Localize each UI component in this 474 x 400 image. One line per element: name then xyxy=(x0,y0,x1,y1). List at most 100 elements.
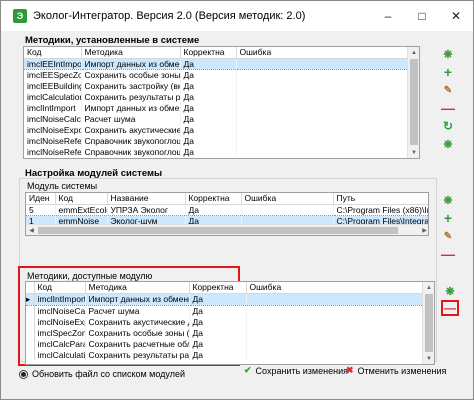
table-cell[interactable]: Сохранить застройку (вкл. xyxy=(81,80,181,91)
row-header[interactable] xyxy=(26,327,35,338)
column-header-correct[interactable]: Корректна xyxy=(189,282,247,294)
table-cell[interactable] xyxy=(236,135,410,146)
table-cell[interactable]: imclEESpecZon xyxy=(24,69,82,80)
table-cell[interactable] xyxy=(246,327,423,338)
installed-method-row[interactable]: imclCalculationСохранить результаты расч… xyxy=(24,91,410,102)
installed-method-row[interactable]: imclNoiseRefeСправочник звукопоглощаюДа xyxy=(24,135,410,146)
table-cell[interactable]: Сохранить особые зоны (вс xyxy=(85,327,190,338)
available-method-row[interactable]: ▸ imclIntImport Импорт данных из обменно Да xyxy=(26,292,423,306)
table-cell[interactable]: imclEEIntImpo xyxy=(24,57,82,70)
table-cell[interactable]: Сохранить акустические дан xyxy=(85,316,190,327)
column-header-code[interactable]: Код xyxy=(34,282,86,294)
table-cell[interactable]: Сохранить акустические ис xyxy=(81,124,181,135)
row-header[interactable] xyxy=(26,338,35,349)
table-cell[interactable]: imclCalculation xyxy=(24,91,82,102)
add-module-icon[interactable]: + xyxy=(441,210,455,226)
table-cell[interactable]: imclIntImport xyxy=(24,102,82,113)
scroll-left-icon[interactable]: ◀ xyxy=(26,225,37,235)
row-header[interactable] xyxy=(26,349,35,360)
module-row[interactable]: 5emmExtEcologУПРЗА ЭкологДа C:\Program Fi… xyxy=(26,204,428,215)
table-cell[interactable]: imclCalculations xyxy=(34,349,86,360)
scroll-down-icon[interactable]: ▼ xyxy=(423,353,434,364)
column-header-path[interactable]: Путь xyxy=(333,193,428,205)
column-header-error[interactable]: Ошибка xyxy=(246,282,423,294)
table-cell[interactable] xyxy=(236,57,410,70)
scroll-up-icon[interactable]: ▲ xyxy=(423,282,434,293)
refresh-methods-icon[interactable]: ↻ xyxy=(441,119,455,133)
table-cell[interactable]: Да xyxy=(189,338,247,349)
table-cell[interactable]: imclNoiseRefe xyxy=(24,135,82,146)
available-vertical-scrollbar[interactable]: ▲ ▼ xyxy=(422,282,434,364)
table-cell[interactable] xyxy=(246,349,423,360)
column-header-method[interactable]: Методика xyxy=(81,47,181,59)
installed-method-row[interactable]: imclNoiseCalc Расчет шума Да xyxy=(24,113,410,124)
module-puzzle-icon[interactable]: ❋ xyxy=(441,193,455,207)
installed-method-row[interactable]: imclEEIntImpoИмпорт данных из обменноДа xyxy=(24,57,410,70)
edit-method-icon[interactable]: ✎ xyxy=(441,83,455,97)
table-cell[interactable] xyxy=(246,338,423,349)
table-cell[interactable]: Да xyxy=(180,57,237,70)
table-cell[interactable]: Справочник звукопоглощаю xyxy=(81,146,181,157)
available-method-row[interactable]: imclCalcParamsСохранить расчетные обласД… xyxy=(26,338,423,349)
table-cell[interactable]: Да xyxy=(189,305,247,316)
installed-methods-grid[interactable]: Код Методика Корректна Ошибка imclEEIntI… xyxy=(23,46,420,159)
table-cell[interactable] xyxy=(236,113,410,124)
table-cell[interactable]: imclNoiseExport xyxy=(34,316,86,327)
table-cell[interactable]: imclEEBuilding xyxy=(24,80,82,91)
table-cell[interactable] xyxy=(236,69,410,80)
table-cell[interactable]: Импорт данных из обменно xyxy=(85,292,190,306)
update-radio[interactable] xyxy=(19,369,28,379)
table-cell[interactable]: Да xyxy=(180,69,237,80)
table-cell[interactable] xyxy=(241,204,334,215)
table-cell[interactable] xyxy=(236,146,410,157)
table-cell[interactable]: Сохранить особые зоны (вс xyxy=(81,69,181,80)
available-method-row[interactable]: imclNoiseExportСохранить акустические да… xyxy=(26,316,423,327)
table-cell[interactable] xyxy=(236,91,410,102)
table-cell[interactable]: Да xyxy=(185,204,242,215)
table-cell[interactable]: imclNoiseCalc xyxy=(34,305,86,316)
table-cell[interactable] xyxy=(236,124,410,135)
table-cell[interactable]: Да xyxy=(180,80,237,91)
import-puzzle-icon[interactable]: ❋ xyxy=(441,47,455,61)
table-cell[interactable]: Импорт данных из обменно xyxy=(81,57,181,70)
installed-method-row[interactable]: imclNoiseExpoСохранить акустические исДа xyxy=(24,124,410,135)
table-cell[interactable]: emmExtEcolog xyxy=(55,204,108,215)
table-cell[interactable]: Да xyxy=(189,349,247,360)
row-header[interactable] xyxy=(26,316,35,327)
column-header-code[interactable]: Код xyxy=(55,193,108,205)
scroll-up-icon[interactable]: ▲ xyxy=(408,47,419,58)
table-cell[interactable]: imclSpecZonesI xyxy=(34,327,86,338)
delete-method-icon[interactable]: — xyxy=(441,100,455,116)
remove-from-module-icon[interactable]: — xyxy=(444,301,456,315)
column-header-name[interactable]: Название xyxy=(107,193,186,205)
table-cell[interactable] xyxy=(246,316,423,327)
table-cell[interactable]: Да xyxy=(180,113,237,124)
available-method-row[interactable]: imclNoiseCalcРасчет шумаДа xyxy=(26,305,423,316)
scroll-down-icon[interactable]: ▼ xyxy=(408,147,419,158)
scroll-thumb[interactable] xyxy=(425,294,433,352)
delete-module-icon[interactable]: — xyxy=(441,246,455,262)
installed-method-row[interactable]: imclEEBuilding Сохранить застройку (вкл. Д… xyxy=(24,80,410,91)
column-header-correct[interactable]: Корректна xyxy=(180,47,237,59)
table-cell[interactable]: imclNoiseCalc xyxy=(24,113,82,124)
installed-method-row[interactable]: imclEESpecZonСохранить особые зоны (всДа xyxy=(24,69,410,80)
edit-module-icon[interactable]: ✎ xyxy=(441,229,455,243)
table-cell[interactable]: Расчет шума xyxy=(81,113,181,124)
table-cell[interactable]: Расчет шума xyxy=(85,305,190,316)
row-header[interactable] xyxy=(26,305,35,316)
table-cell[interactable]: Да xyxy=(189,292,247,306)
table-cell[interactable]: 5 xyxy=(26,204,56,215)
installed-method-row[interactable]: imclIntImportИмпорт данных из обменноДа xyxy=(24,102,410,113)
column-header-method[interactable]: Методика xyxy=(85,282,190,294)
table-cell[interactable]: Сохранить расчетные облас xyxy=(85,338,190,349)
available-method-row[interactable]: imclCalculationsСохранить результаты рас… xyxy=(26,349,423,360)
table-cell[interactable]: Да xyxy=(180,102,237,113)
available-method-row[interactable]: imclSpecZonesIСохранить особые зоны (всД… xyxy=(26,327,423,338)
table-cell[interactable]: C:\Program Files (x86)\Integra xyxy=(333,204,428,215)
table-cell[interactable]: Сохранить результаты расч xyxy=(85,349,190,360)
available-puzzle-icon[interactable]: ❋ xyxy=(443,284,457,298)
installed-method-row[interactable]: imclNoiseRefeСправочник звукопоглощаюДа xyxy=(24,146,410,157)
save-changes-button[interactable]: ✔ Сохранить изменения xyxy=(244,365,348,376)
table-cell[interactable]: Да xyxy=(180,146,237,157)
table-cell[interactable]: Да xyxy=(180,124,237,135)
